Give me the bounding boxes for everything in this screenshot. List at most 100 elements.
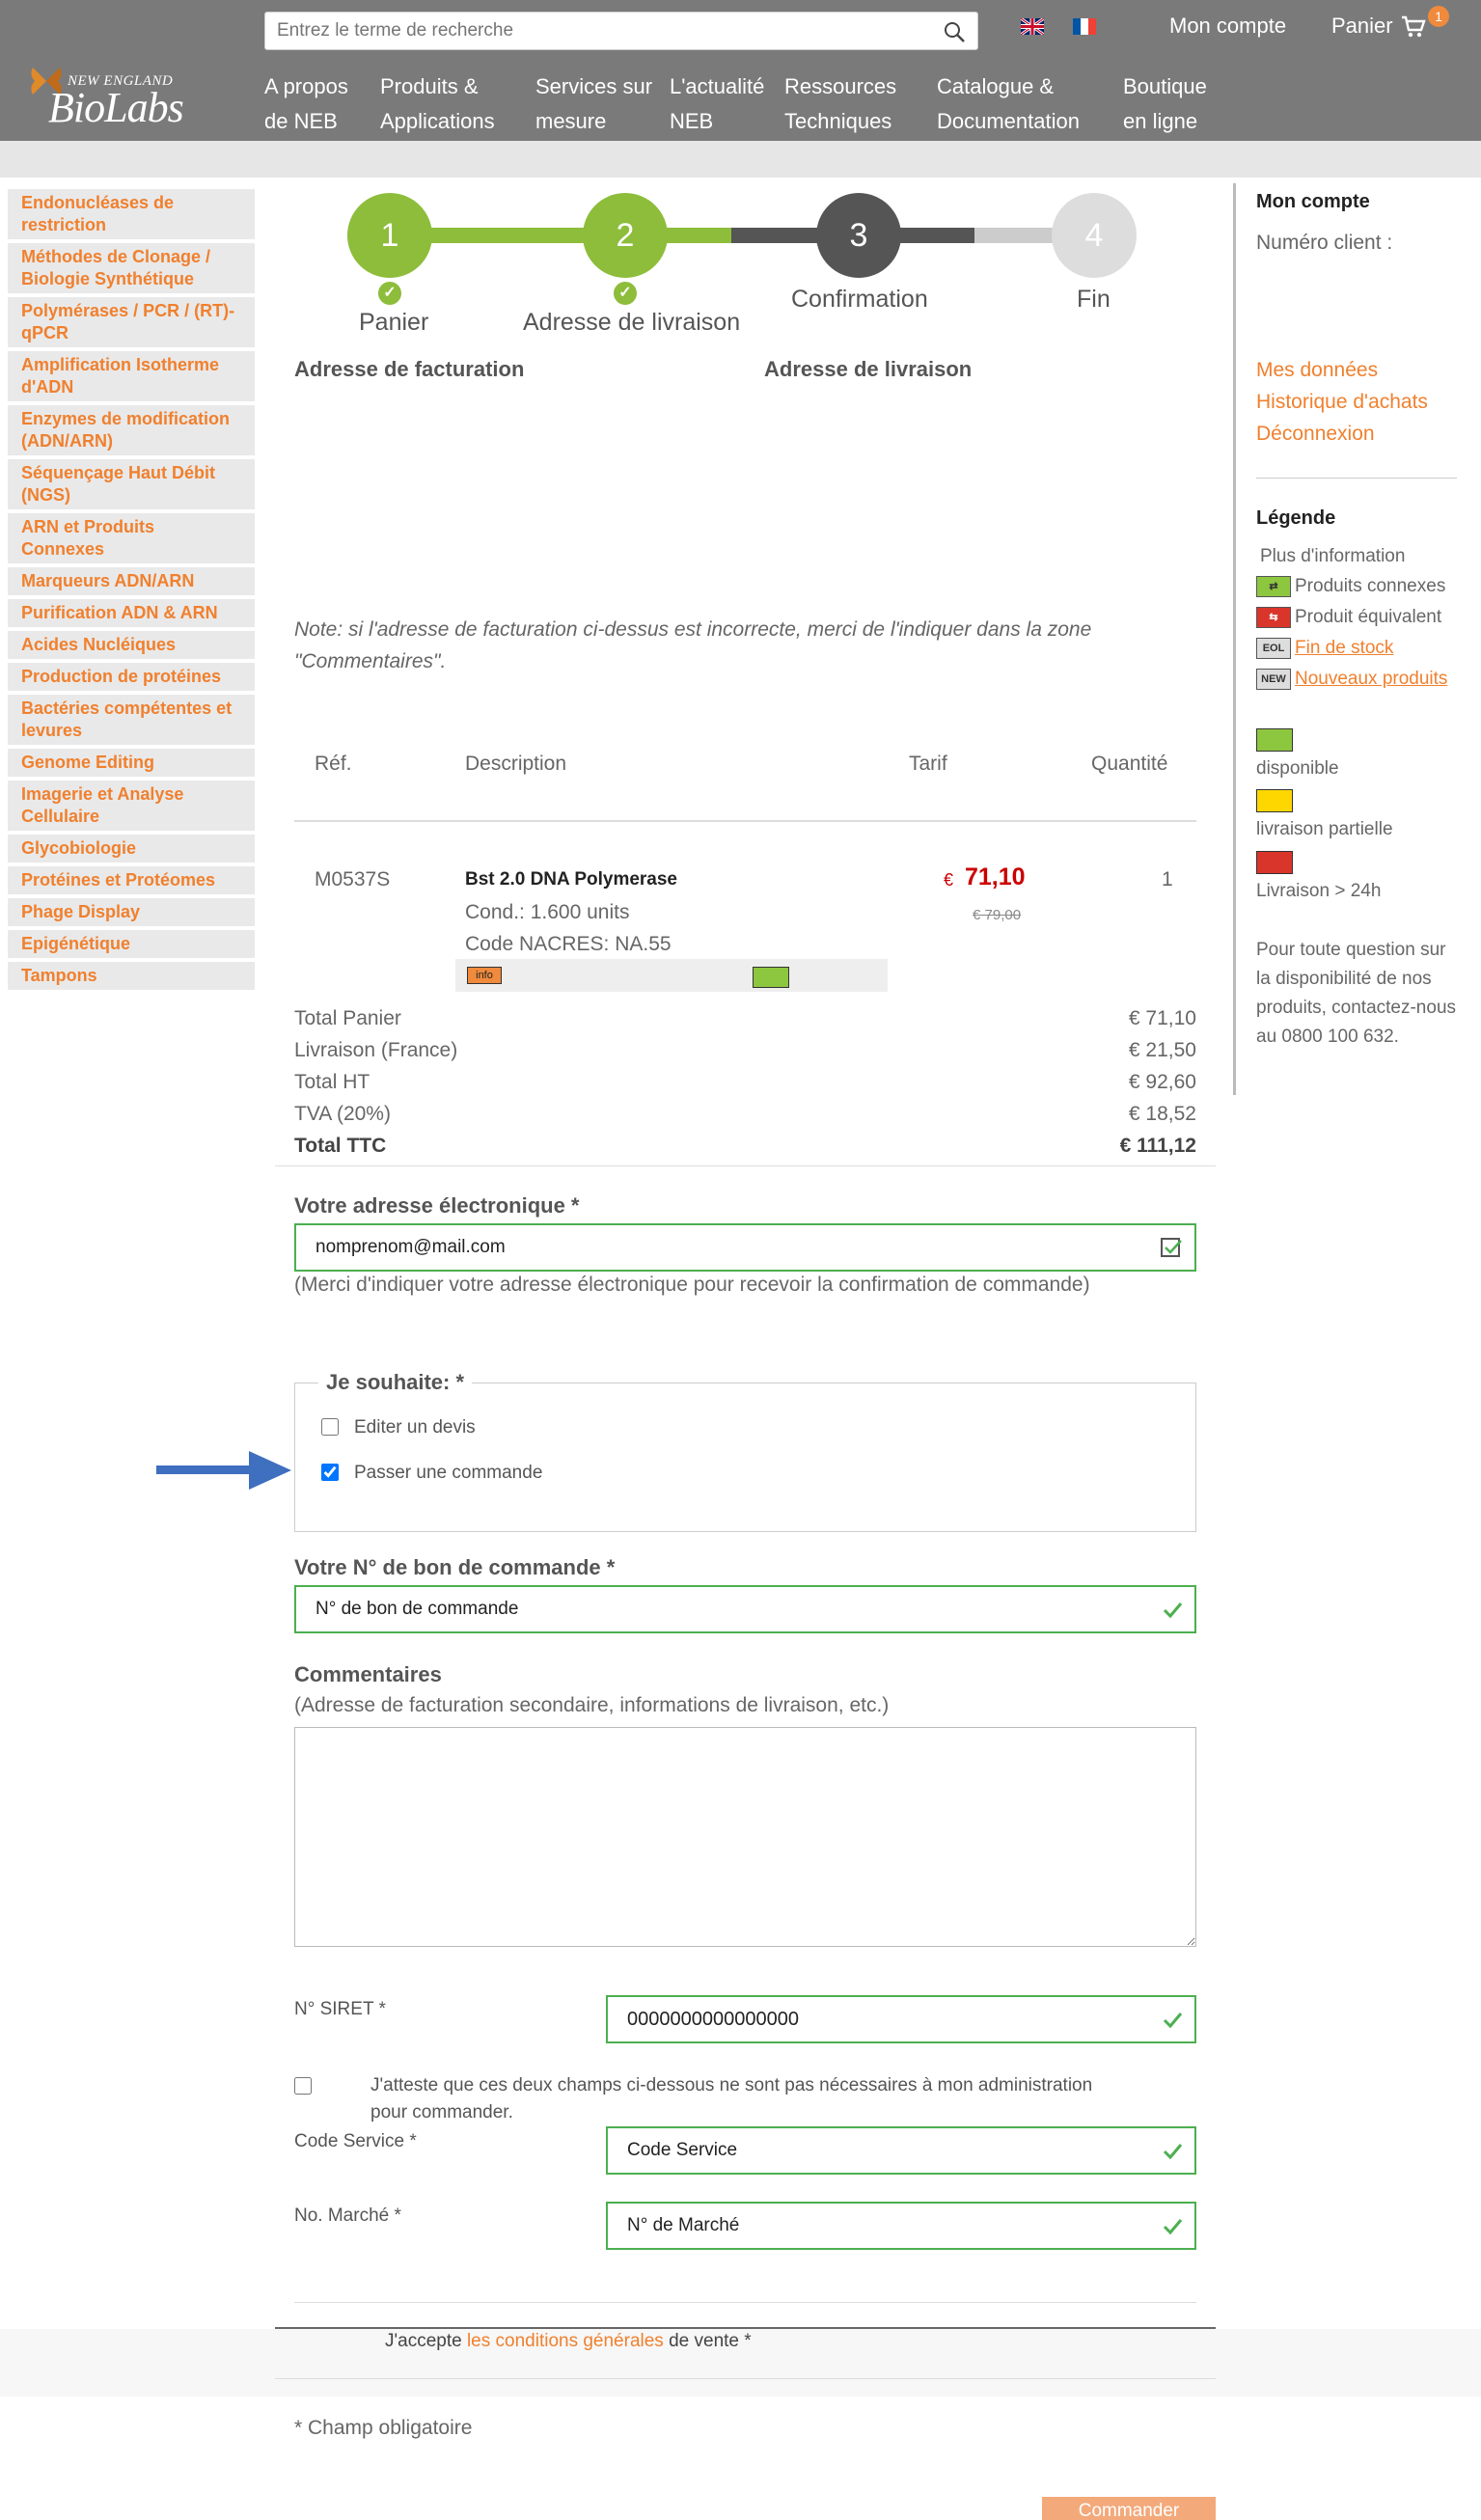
step-3-circle: 3	[816, 193, 901, 278]
comments-textarea[interactable]	[294, 1727, 1196, 1947]
fr-flag-icon[interactable]	[1073, 18, 1096, 35]
sidebar-item-restriction[interactable]: Endonucléases de restriction	[8, 189, 255, 239]
legend-link[interactable]: Fin de stock	[1295, 638, 1393, 658]
nav-news[interactable]: L'actualité NEB	[670, 69, 764, 139]
divider	[294, 2302, 1196, 2303]
search-icon[interactable]	[943, 20, 966, 43]
siret-label: N° SIRET *	[294, 1999, 386, 2019]
product-quantity: 1	[1162, 868, 1173, 890]
info-icon[interactable]: info	[467, 967, 502, 984]
po-label: Votre N° de bon de commande *	[294, 1555, 616, 1579]
service-label: Code Service *	[294, 2131, 417, 2151]
sidebar-item-rna[interactable]: ARN et Produits Connexes	[8, 513, 255, 563]
related-products-icon: ⇄	[1256, 576, 1291, 597]
product-name[interactable]: Bst 2.0 DNA Polymerase	[465, 869, 677, 890]
sidebar-item-imaging[interactable]: Imagerie et Analyse Cellulaire	[8, 781, 255, 831]
search-input[interactable]	[265, 13, 977, 49]
terms-link[interactable]: les conditions générales	[467, 2331, 664, 2351]
sidebar-item-markers[interactable]: Marqueurs ADN/ARN	[8, 567, 255, 595]
nav-shop[interactable]: Boutique en ligne	[1123, 69, 1207, 139]
siret-input[interactable]	[608, 1997, 1194, 2041]
sidebar-item-competent-cells[interactable]: Bactéries compétentes et levures	[8, 695, 255, 745]
legend-title: Légende	[1256, 507, 1336, 529]
sidebar-item-buffers[interactable]: Tampons	[8, 962, 255, 990]
arrow-right-icon	[156, 1451, 291, 1490]
order-type-fieldset: Je souhaite: *	[294, 1370, 1196, 1532]
nav-label: mesure	[535, 109, 607, 133]
total-label: Livraison (France)	[294, 1039, 458, 1061]
contact-note: Pour toute question sur la disponibilité…	[1256, 940, 1457, 1047]
sidebar-item-ngs[interactable]: Séquençage Haut Débit (NGS)	[8, 459, 255, 509]
step-3-label: Confirmation	[791, 286, 928, 313]
total-row: TVA (20%) € 18,52	[294, 1103, 1196, 1135]
checkout-steps: 1 2 3 4 ✓ ✓ Panier Adresse de livraison …	[347, 193, 1158, 347]
sidebar-item-epigenetics[interactable]: Epigénétique	[8, 930, 255, 958]
comments-help: (Adresse de facturation secondaire, info…	[294, 1694, 890, 1716]
availability-green-swatch	[1256, 728, 1293, 752]
availability-red-label: Livraison > 24h	[1256, 881, 1382, 901]
nav-about[interactable]: A propos de NEB	[264, 69, 348, 139]
account-link[interactable]: Mon compte	[1169, 14, 1286, 39]
cart-count-badge: 1	[1428, 6, 1449, 27]
logout-link[interactable]: Déconnexion	[1256, 423, 1375, 446]
sidebar-item-protein-production[interactable]: Production de protéines	[8, 663, 255, 691]
total-value: € 71,10	[1128, 1007, 1196, 1029]
col-quantity: Quantité	[1091, 753, 1168, 775]
legend-label: Produit équivalent	[1295, 607, 1442, 628]
submit-button[interactable]: Commander	[1042, 2497, 1216, 2520]
check-icon	[1163, 2013, 1183, 2029]
purchase-history-link[interactable]: Historique d'achats	[1256, 391, 1428, 414]
quote-checkbox[interactable]	[321, 1418, 339, 1436]
availability-indicator	[753, 967, 789, 988]
product-nacres: Code NACRES: NA.55	[465, 933, 672, 955]
email-help: (Merci d'indiquer votre adresse électron…	[294, 1274, 1090, 1296]
email-input[interactable]	[296, 1225, 1194, 1270]
attest-label: J'atteste que ces deux champs ci-dessous…	[370, 2075, 1093, 2123]
legend-info: Plus d'information	[1260, 546, 1405, 567]
sidebar-item-cloning[interactable]: Méthodes de Clonage / Biologie Synthétiq…	[8, 243, 255, 293]
sidebar-item-proteins[interactable]: Protéines et Protéomes	[8, 866, 255, 894]
siret-field	[606, 1995, 1196, 2043]
nav-label: A propos	[264, 74, 348, 98]
nav-resources[interactable]: Ressources Techniques	[784, 69, 896, 139]
sidebar-item-polymerases[interactable]: Polymérases / PCR / (RT)-qPCR	[8, 297, 255, 347]
service-input[interactable]	[608, 2128, 1194, 2173]
sidebar-item-purification[interactable]: Purification ADN & ARN	[8, 599, 255, 627]
col-price: Tarif	[909, 753, 947, 775]
sidebar-item-modifying-enzymes[interactable]: Enzymes de modification (ADN/ARN)	[8, 405, 255, 455]
po-input[interactable]	[296, 1587, 1194, 1631]
order-type-legend: Je souhaite: *	[326, 1370, 465, 1394]
product-cond: Cond.: 1.600 units	[465, 901, 630, 923]
old-price: € 79,00	[973, 907, 1022, 923]
nav-products[interactable]: Produits & Applications	[380, 69, 495, 139]
sidebar-item-isothermal[interactable]: Amplification Isotherme d'ADN	[8, 351, 255, 401]
uk-flag-icon[interactable]	[1021, 18, 1044, 35]
legend-equivalent: ⇆ Produit équivalent	[1256, 607, 1441, 628]
cart-icon[interactable]	[1401, 15, 1426, 39]
service-field	[606, 2126, 1196, 2175]
nav-services[interactable]: Services sur mesure	[535, 69, 652, 139]
order-checkbox[interactable]	[321, 1464, 339, 1481]
legend-label: Produits connexes	[1295, 576, 1446, 597]
equivalent-product-icon: ⇆	[1256, 607, 1291, 628]
sidebar-item-glycobiology[interactable]: Glycobiologie	[8, 835, 255, 863]
legend-link[interactable]: Nouveaux produits	[1295, 669, 1447, 689]
cart-link[interactable]: Panier	[1331, 14, 1393, 39]
sidebar-item-genome-editing[interactable]: Genome Editing	[8, 749, 255, 777]
total-label: Total TTC	[294, 1135, 387, 1157]
market-input[interactable]	[608, 2204, 1194, 2248]
market-label: No. Marché *	[294, 2205, 401, 2226]
divider	[1256, 478, 1457, 479]
neb-logo[interactable]: NEW ENGLAND BioLabs	[27, 62, 191, 139]
total-row: Livraison (France) € 21,50	[294, 1039, 1196, 1071]
legend-new: NEW Nouveaux produits	[1256, 669, 1447, 690]
terms-text: J'accepte les conditions générales de ve…	[385, 2331, 752, 2352]
my-data-link[interactable]: Mes données	[1256, 359, 1378, 382]
header-subbar	[0, 141, 1481, 178]
nav-catalogue[interactable]: Catalogue & Documentation	[937, 69, 1080, 139]
attest-checkbox[interactable]	[294, 2077, 312, 2095]
nav-label: NEB	[670, 109, 714, 133]
sidebar-item-phage-display[interactable]: Phage Display	[8, 898, 255, 926]
eol-icon: EOL	[1256, 638, 1291, 659]
sidebar-item-nucleic-acids[interactable]: Acides Nucléiques	[8, 631, 255, 659]
